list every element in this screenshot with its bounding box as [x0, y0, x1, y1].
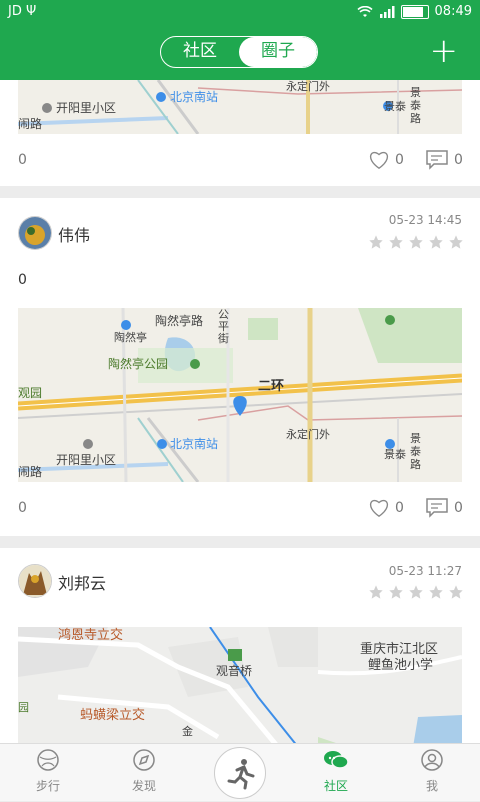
- map-label: 街: [218, 331, 229, 345]
- chat-bubbles-icon: [324, 751, 349, 769]
- map-label: 闹路: [18, 464, 42, 479]
- star-icon: [389, 585, 403, 599]
- post-map[interactable]: 开阳里小区 北京南站 永定门外 景泰 闹路 景 泰 路: [18, 80, 462, 134]
- map-label: 景泰: [384, 447, 406, 461]
- rating-stars: [368, 234, 464, 250]
- post-time: 05-23 11:27: [388, 564, 462, 578]
- post-card: 伟伟 05-23 14:45 0 陶然亭路 陶然亭 陶然亭公园 公 平 街 观园…: [0, 198, 480, 536]
- carrier-label: JD Ψ: [8, 4, 37, 19]
- post-time: 05-23 14:45: [388, 213, 462, 227]
- like-count: 0: [395, 500, 404, 516]
- map-label: 闹路: [18, 116, 42, 131]
- star-icon: [369, 235, 383, 249]
- star-icon: [369, 585, 383, 599]
- post-content: 0: [18, 152, 27, 168]
- avatar[interactable]: [18, 564, 52, 598]
- map-label: 蚂蟥梁立交: [80, 707, 145, 723]
- signal-icon: [379, 5, 395, 18]
- map-label: 景: [410, 432, 421, 445]
- map-label: 北京南站: [170, 89, 218, 104]
- plus-icon[interactable]: +: [430, 34, 459, 68]
- map-label: 泰: [410, 98, 421, 112]
- rating-stars: [368, 584, 464, 600]
- map-label: 泰: [410, 444, 421, 458]
- star-icon: [449, 235, 463, 249]
- battery-icon: [400, 4, 429, 19]
- bottom-nav: 步行 发现 社区 我: [0, 743, 480, 801]
- tab-switch: 社区 圈子: [160, 36, 318, 68]
- map-label: 重庆市江北区: [360, 641, 438, 657]
- map-label: 金: [182, 724, 193, 738]
- star-icon: [429, 235, 443, 249]
- post-map[interactable]: 陶然亭路 陶然亭 陶然亭公园 公 平 街 观园 二环 永定门外 北京南站 开阳里…: [18, 308, 462, 482]
- nav-discover-label: 发现: [131, 779, 156, 793]
- avatar[interactable]: [18, 216, 52, 250]
- comment-count: 0: [454, 500, 463, 516]
- nav-me[interactable]: 我: [402, 748, 462, 794]
- nav-community-label: 社区: [323, 779, 348, 793]
- heart-icon[interactable]: [368, 498, 390, 518]
- clock: 08:49: [434, 4, 472, 19]
- map-label: 陶然亭路: [155, 313, 203, 328]
- username[interactable]: 刘邦云: [58, 570, 106, 594]
- comment-count: 0: [454, 152, 463, 168]
- like-count-left: 0: [18, 500, 27, 516]
- username[interactable]: 伟伟: [58, 222, 90, 246]
- map-label: 鲤鱼池小学: [368, 657, 433, 673]
- map-label: 陶然亭: [114, 330, 147, 344]
- map-label: 景泰: [384, 99, 406, 113]
- map-label: 陶然亭公园: [108, 356, 168, 371]
- star-icon: [409, 235, 423, 249]
- like-count: 0: [395, 152, 404, 168]
- post-content: 0: [18, 272, 27, 288]
- status-bar: JD Ψ 08:49: [0, 0, 480, 26]
- star-icon: [389, 235, 403, 249]
- star-icon: [409, 585, 423, 599]
- wifi-icon: [356, 5, 373, 17]
- runner-icon: [227, 759, 255, 790]
- profile-icon: [421, 749, 443, 771]
- map-label: 永定门外: [286, 80, 330, 93]
- tab-community[interactable]: 社区: [161, 37, 239, 67]
- map-label: 景: [410, 86, 421, 99]
- nav-walk-label: 步行: [35, 779, 60, 793]
- run-button[interactable]: [214, 747, 266, 799]
- post-map[interactable]: 鸿恩寺立交 重庆市江北区 鲤鱼池小学 观音桥 蚂蟥梁立交 园 金: [18, 627, 462, 743]
- heart-icon[interactable]: [368, 150, 390, 170]
- map-label: 永定门外: [286, 427, 330, 441]
- map-label: 开阳里小区: [56, 453, 116, 467]
- compass-icon: [133, 749, 155, 771]
- feed[interactable]: 开阳里小区 北京南站 永定门外 景泰 闹路 景 泰 路 0 0 0 伟伟 05-…: [0, 80, 480, 743]
- app-bar: 社区 圈子 +: [0, 26, 480, 80]
- nav-walk[interactable]: 步行: [18, 748, 78, 794]
- map-label: 园: [18, 701, 29, 714]
- map-label: 开阳里小区: [56, 101, 116, 115]
- map-label: 路: [410, 112, 421, 125]
- comment-icon[interactable]: [426, 498, 448, 518]
- comment-icon[interactable]: [426, 150, 448, 170]
- post-card: 开阳里小区 北京南站 永定门外 景泰 闹路 景 泰 路 0 0 0: [0, 80, 480, 186]
- nav-community[interactable]: 社区: [306, 748, 366, 794]
- map-label: 鸿恩寺立交: [58, 627, 123, 643]
- walk-ball-icon: [37, 749, 59, 771]
- map-label: 二环: [258, 379, 284, 394]
- map-label: 观园: [18, 386, 42, 400]
- map-label: 路: [410, 458, 421, 471]
- map-label: 北京南站: [170, 436, 218, 451]
- nav-discover[interactable]: 发现: [114, 748, 174, 794]
- star-icon: [449, 585, 463, 599]
- nav-me-label: 我: [425, 779, 438, 793]
- tab-circle[interactable]: 圈子: [239, 37, 317, 67]
- map-label: 观音桥: [216, 663, 252, 678]
- post-card: 刘邦云 05-23 11:27 鸿恩寺立交 重庆市江北区 鲤鱼池小学 观音桥 蚂…: [0, 548, 480, 743]
- star-icon: [429, 585, 443, 599]
